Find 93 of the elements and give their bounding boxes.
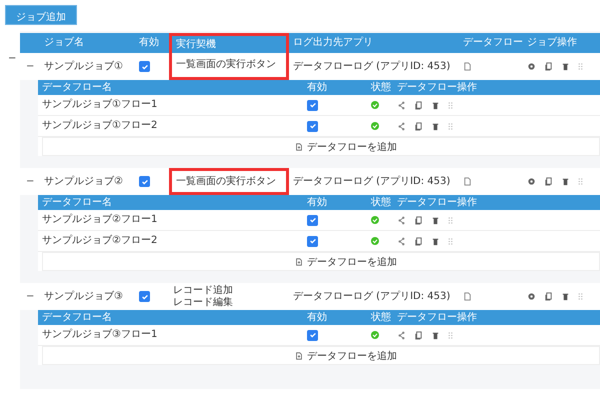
document-icon (295, 258, 303, 266)
drag-handle-icon[interactable] (578, 62, 583, 71)
check-icon (308, 237, 316, 245)
copy-icon[interactable] (544, 62, 553, 71)
add-dataflow-button[interactable]: データフローを追加 (245, 254, 397, 268)
column-header: 有効 (138, 36, 160, 50)
check-icon (308, 122, 316, 130)
flow-name: サンプルジョブ①フロー1 (41, 98, 158, 112)
check-icon (308, 216, 316, 224)
trigger-text: 一覧画面の実行ボタン (176, 176, 276, 188)
checkbox[interactable] (307, 120, 318, 132)
trash-icon[interactable] (431, 330, 440, 340)
share-icon[interactable] (397, 236, 406, 246)
column-header: 状態 (370, 196, 392, 210)
share-icon[interactable] (397, 216, 406, 224)
copy-icon[interactable] (414, 122, 423, 130)
collapse-toggle[interactable]: − (20, 176, 40, 188)
column-header: データフロー操作 (396, 80, 478, 94)
collapse-toggle[interactable]: − (8, 53, 16, 64)
copy-icon[interactable] (544, 292, 553, 301)
settings-icon[interactable] (527, 62, 536, 71)
trash-icon[interactable] (431, 216, 440, 224)
check-icon (140, 62, 148, 70)
add-dataflow-button[interactable]: データフローを追加 (245, 140, 397, 154)
checkbox[interactable] (307, 214, 318, 226)
drag-handle-icon[interactable] (448, 122, 453, 130)
log-app-name: データフローログ (アプリID: 453) (292, 60, 452, 74)
trash-icon[interactable] (561, 62, 570, 71)
column-header: データフロー名 (41, 80, 113, 94)
drag-handle-icon[interactable] (448, 216, 453, 224)
copy-icon[interactable] (414, 236, 423, 246)
column-header: データフロー名 (41, 310, 113, 324)
drag-handle-icon[interactable] (448, 236, 453, 246)
checkbox[interactable] (307, 330, 318, 340)
check-icon (308, 331, 316, 339)
job-name: サンプルジョブ③ (43, 290, 124, 304)
collapse-toggle[interactable]: − (20, 290, 40, 302)
share-icon[interactable] (397, 100, 406, 110)
document-icon[interactable] (463, 62, 472, 71)
drag-handle-icon[interactable] (448, 100, 453, 110)
column-header: データフロー操作 (396, 196, 478, 210)
column-header: ログ出力先アプリ (292, 36, 374, 50)
copy-icon[interactable] (414, 330, 423, 340)
checkbox[interactable] (307, 100, 318, 110)
column-header: データフロー操作 (396, 310, 478, 324)
collapse-toggle[interactable]: − (20, 60, 40, 72)
log-app-name: データフローログ (アプリID: 453) (292, 174, 452, 188)
column-header: 状態 (370, 310, 392, 324)
share-icon[interactable] (397, 330, 406, 340)
column-header: 状態 (370, 80, 392, 94)
copy-icon[interactable] (414, 216, 423, 224)
trigger-text: 一覧画面の実行ボタン (176, 59, 276, 71)
trash-icon[interactable] (431, 122, 440, 130)
flow-name: サンプルジョブ②フロー2 (41, 234, 158, 248)
checkbox[interactable] (139, 176, 150, 187)
column-header: 有効 (306, 196, 328, 210)
trash-icon[interactable] (431, 236, 440, 246)
log-app-name: データフローログ (アプリID: 453) (292, 290, 452, 304)
job-name: サンプルジョブ① (43, 60, 124, 74)
document-icon[interactable] (463, 292, 472, 301)
column-header: ジョブ名 (43, 36, 85, 50)
column-header: データフロー名 (41, 196, 113, 210)
check-icon (140, 292, 148, 300)
add-dataflow-button[interactable]: データフローを追加 (245, 348, 397, 362)
column-header: データフロー (462, 36, 523, 50)
trigger-text: レコード追加 (173, 284, 233, 296)
document-icon[interactable] (463, 177, 472, 186)
drag-handle-icon[interactable] (448, 330, 453, 340)
column-header: 有効 (306, 310, 328, 324)
drag-handle-icon[interactable] (578, 177, 583, 186)
flow-name: サンプルジョブ②フロー1 (41, 212, 158, 227)
flow-name: サンプルジョブ③フロー1 (41, 328, 158, 342)
checkbox[interactable] (139, 61, 150, 72)
settings-icon[interactable] (527, 292, 536, 301)
trash-icon[interactable] (561, 177, 570, 186)
job-name: サンプルジョブ② (43, 174, 124, 188)
share-icon[interactable] (397, 122, 406, 130)
column-header: ジョブ操作 (526, 36, 578, 50)
column-header: 有効 (306, 80, 328, 94)
trigger-text: レコード編集 (173, 296, 233, 308)
document-icon (295, 142, 303, 150)
trash-icon[interactable] (561, 292, 570, 301)
flow-name: サンプルジョブ①フロー2 (41, 118, 158, 133)
checkbox[interactable] (307, 236, 318, 246)
trash-icon[interactable] (431, 100, 440, 110)
drag-handle-icon[interactable] (578, 292, 583, 301)
checkbox[interactable] (139, 291, 150, 302)
check-icon (308, 101, 316, 109)
settings-icon[interactable] (527, 177, 536, 186)
copy-icon[interactable] (414, 100, 423, 110)
document-icon (295, 352, 303, 360)
check-icon (140, 178, 148, 186)
copy-icon[interactable] (544, 177, 553, 186)
